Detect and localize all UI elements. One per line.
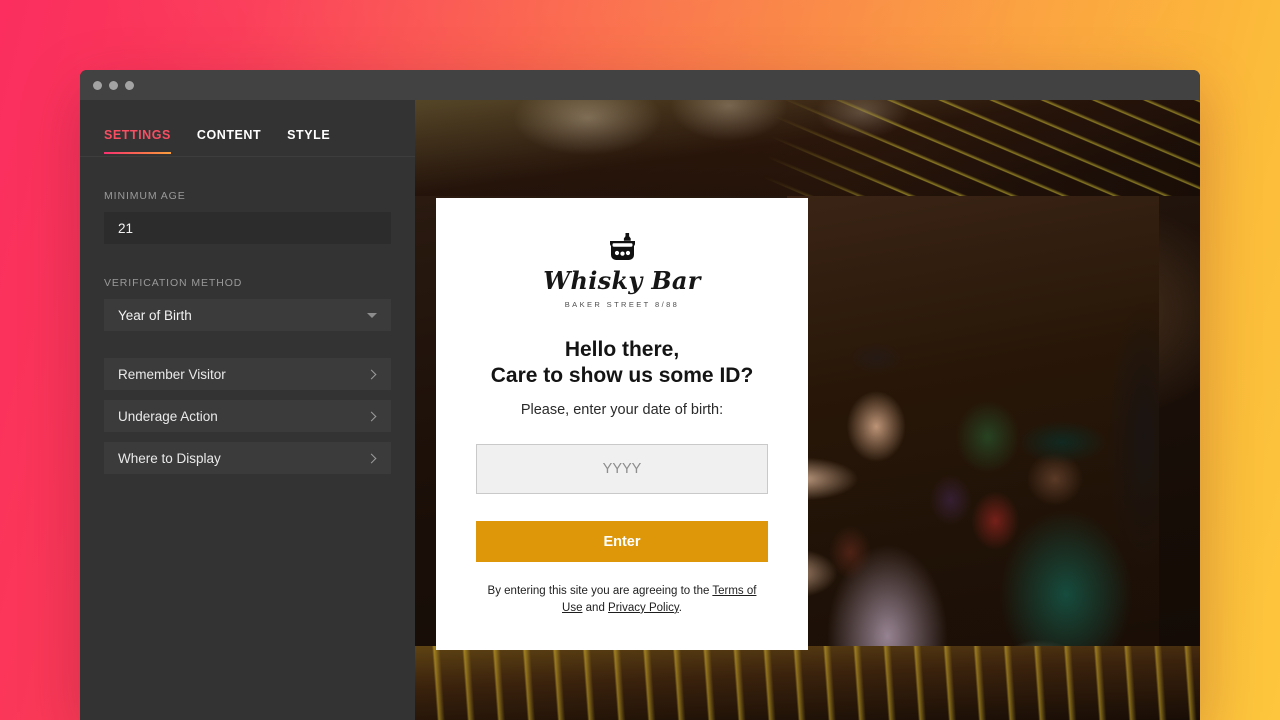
background-photo-top <box>415 100 1200 200</box>
tab-content[interactable]: CONTENT <box>197 128 261 153</box>
headline-subtext: Please, enter your date of birth: <box>520 402 724 419</box>
zoom-icon[interactable] <box>125 80 134 90</box>
chevron-right-icon <box>366 453 377 463</box>
tab-settings[interactable]: SETTINGS <box>104 128 171 154</box>
chevron-right-icon <box>366 411 377 421</box>
minimum-age-input[interactable]: 21 <box>104 212 391 244</box>
date-of-birth-input[interactable]: YYYY <box>476 444 768 495</box>
site-preview: Whisky Bar BAKER STREET 8/88 Hello there… <box>415 100 1200 720</box>
headline-line-1: Hello there, <box>564 338 680 361</box>
settings-row-list: Remember Visitor Underage Action Where t… <box>104 358 391 474</box>
verification-method-value: Year of Birth <box>118 307 192 323</box>
sidebar-item-where-to-display[interactable]: Where to Display <box>104 442 391 474</box>
logo-subtitle: BAKER STREET 8/88 <box>564 300 680 309</box>
window-titlebar <box>80 70 1200 100</box>
list-item-label: Where to Display <box>118 450 221 466</box>
list-item-label: Underage Action <box>118 408 218 424</box>
verification-method-select[interactable]: Year of Birth <box>104 299 391 331</box>
sidebar-tabs: SETTINGS CONTENT STYLE <box>80 100 415 157</box>
settings-sidebar: SETTINGS CONTENT STYLE MINIMUM AGE 21 VE… <box>80 100 415 720</box>
age-gate-modal: Whisky Bar BAKER STREET 8/88 Hello there… <box>436 198 808 650</box>
privacy-policy-link[interactable]: Privacy Policy <box>608 602 679 614</box>
sidebar-item-remember-visitor[interactable]: Remember Visitor <box>104 358 391 390</box>
background-photo-people <box>787 196 1159 720</box>
window-body: SETTINGS CONTENT STYLE MINIMUM AGE 21 VE… <box>80 100 1200 720</box>
tab-style[interactable]: STYLE <box>287 128 330 153</box>
verification-method-label: VERIFICATION METHOD <box>104 277 243 289</box>
legal-suffix: . <box>678 601 682 614</box>
legal-prefix: By entering this site you are agreeing t… <box>487 585 713 598</box>
whisky-glass-icon <box>476 232 768 261</box>
minimum-age-label: MINIMUM AGE <box>104 190 186 202</box>
page-title: Hello there, Care to show us some ID? <box>476 337 768 388</box>
chevron-right-icon <box>366 369 377 379</box>
sidebar-item-underage-action[interactable]: Underage Action <box>104 400 391 432</box>
logo-name: Whisky Bar <box>543 266 701 295</box>
background-photo-bottom <box>415 646 1200 720</box>
list-item-label: Remember Visitor <box>118 366 226 382</box>
enter-button[interactable]: Enter <box>476 521 768 563</box>
legal-disclaimer: By entering this site you are agreeing t… <box>476 583 768 616</box>
browser-window: SETTINGS CONTENT STYLE MINIMUM AGE 21 VE… <box>80 70 1200 720</box>
close-icon[interactable] <box>93 80 102 90</box>
legal-middle: and <box>582 601 609 614</box>
headline-line-2: Care to show us some ID? <box>490 363 754 387</box>
chevron-down-icon <box>367 312 377 318</box>
minimize-icon[interactable] <box>109 80 118 90</box>
